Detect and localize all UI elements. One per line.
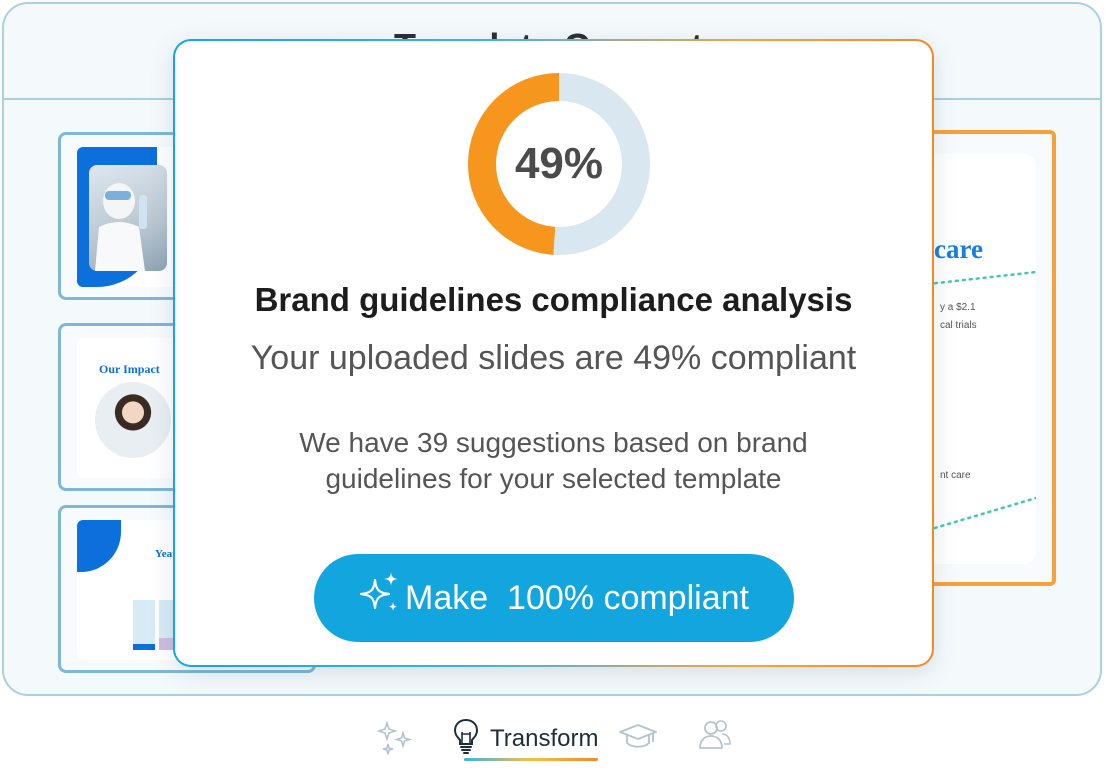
- slide-text: nt care: [940, 470, 971, 481]
- modal-subtitle: Your uploaded slides are 49% compliant: [250, 339, 857, 377]
- slide-heading: Our Impact: [99, 362, 160, 376]
- nav-item-transform[interactable]: Transform: [452, 718, 598, 759]
- bar: [133, 600, 155, 650]
- modal-title: Brand guidelines compliance analysis: [254, 281, 853, 318]
- bar: [133, 644, 155, 650]
- graduation-cap-icon: [618, 722, 658, 757]
- doctor-photo: [95, 382, 171, 458]
- slide-text: y a $2.1: [940, 302, 976, 313]
- dotted-line: [928, 496, 1036, 532]
- nav-item-team[interactable]: [698, 718, 732, 757]
- slide-text: cal trials: [940, 320, 977, 331]
- lab-photo: [89, 165, 167, 271]
- sparkles-icon: [359, 570, 401, 627]
- active-tab-indicator: [464, 758, 598, 761]
- make-compliant-label: Make 100% compliant: [405, 578, 749, 617]
- compliance-modal: 49% Brand guidelines compliance analysis…: [173, 39, 934, 667]
- nav-item-magic[interactable]: [376, 720, 413, 761]
- slide-shape: [77, 520, 121, 572]
- bottom-nav: Transform: [360, 712, 760, 772]
- sparkles-icon: [376, 720, 413, 761]
- slide-heading: care: [934, 234, 983, 264]
- make-compliant-button[interactable]: Make 100% compliant: [314, 554, 794, 642]
- compliance-score: 49%: [514, 139, 604, 188]
- nav-item-learn[interactable]: [618, 722, 658, 757]
- users-icon: [698, 718, 732, 757]
- nav-item-transform-label: Transform: [490, 724, 599, 752]
- dotted-line: [928, 270, 1036, 286]
- lightbulb-icon: [452, 718, 480, 759]
- modal-description: We have 39 suggestions based on brand gu…: [299, 427, 808, 494]
